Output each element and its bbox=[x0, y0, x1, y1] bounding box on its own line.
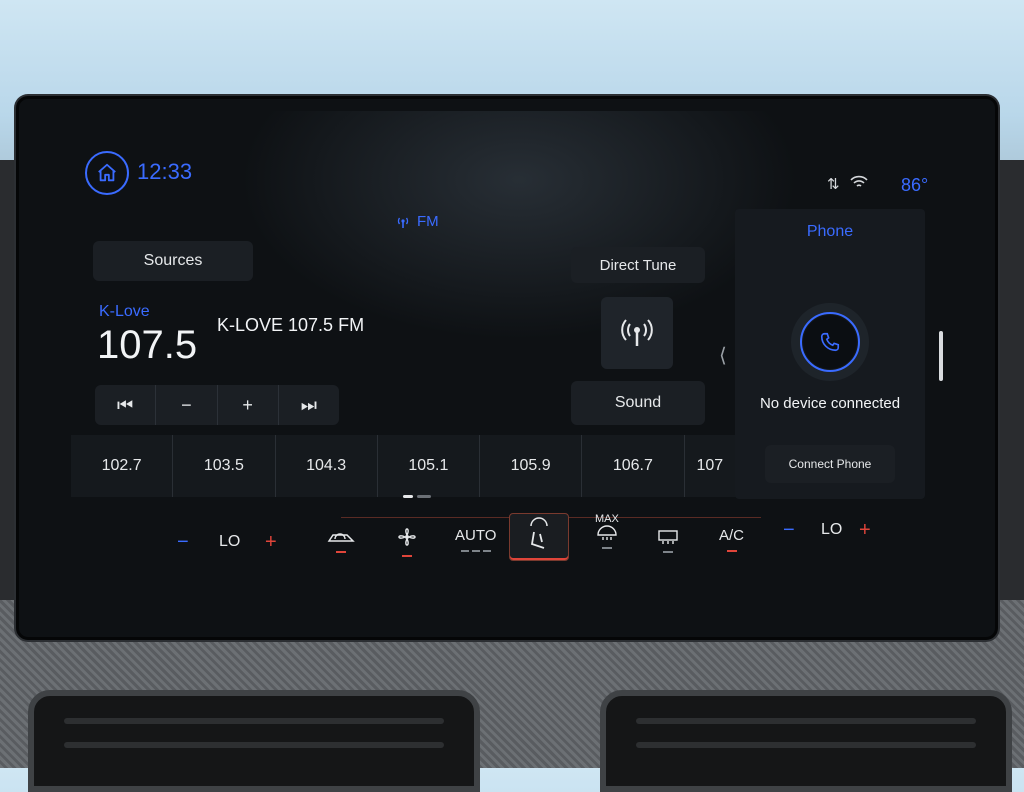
driver-temp-down-button[interactable]: − bbox=[177, 531, 189, 554]
wifi-icon bbox=[849, 175, 868, 187]
passenger-temp-up-button[interactable]: + bbox=[859, 519, 871, 542]
air-vent-right bbox=[600, 690, 1012, 792]
scroll-indicator bbox=[939, 331, 943, 381]
driver-temp: LO bbox=[219, 533, 241, 550]
auto-label: AUTO bbox=[455, 527, 497, 544]
sound-button[interactable]: Sound bbox=[571, 381, 705, 425]
preset-button[interactable]: 105.1 bbox=[378, 435, 480, 497]
radio-signal-icon bbox=[621, 319, 653, 346]
screen-reflection bbox=[239, 111, 799, 341]
preset-button[interactable]: 104.3 bbox=[276, 435, 378, 497]
data-transfer-icon: ⇅ bbox=[827, 176, 840, 193]
fan-level bbox=[402, 555, 412, 557]
phone-title: Phone bbox=[806, 223, 854, 240]
infotainment-screen: 12:33 FM ⇅ 86° Sources Direct Tune Sound… bbox=[16, 96, 998, 640]
home-button[interactable] bbox=[85, 151, 129, 195]
recirculation-level bbox=[336, 551, 346, 553]
max-defrost-button[interactable]: MAX bbox=[595, 513, 619, 549]
recirculation-icon bbox=[327, 533, 355, 542]
outside-temperature: 86° bbox=[901, 175, 929, 195]
connect-phone-button[interactable]: Connect Phone bbox=[765, 445, 895, 483]
max-defrost-level bbox=[601, 547, 612, 549]
phone-panel: Phone No device connected Connect Phone bbox=[735, 209, 925, 499]
rear-defrost-icon bbox=[658, 530, 678, 544]
home-icon bbox=[98, 163, 116, 182]
preset-button[interactable]: 105.9 bbox=[480, 435, 583, 497]
clock: 12:33 bbox=[137, 159, 193, 184]
max-label: MAX bbox=[595, 513, 619, 525]
rear-defrost-level bbox=[663, 551, 673, 553]
transport-controls: ⏮ − + ⏭ bbox=[95, 385, 339, 425]
recirculation-button[interactable] bbox=[327, 529, 355, 553]
passenger-temp: LO bbox=[821, 521, 843, 538]
direct-tune-button[interactable]: Direct Tune bbox=[571, 247, 705, 283]
fan-icon bbox=[398, 528, 416, 546]
ac-label: A/C bbox=[719, 527, 745, 544]
tune-down-button[interactable]: − bbox=[156, 385, 218, 425]
air-vent-left bbox=[28, 690, 480, 792]
tune-up-button[interactable]: + bbox=[218, 385, 279, 425]
sources-button[interactable]: Sources bbox=[93, 241, 253, 281]
phone-ring bbox=[800, 312, 860, 372]
seat-climate-button[interactable] bbox=[509, 513, 569, 561]
seek-forward-button[interactable]: ⏭ bbox=[279, 385, 339, 425]
preset-bar: 102.7 103.5 104.3 105.1 105.9 106.7 107 bbox=[71, 435, 751, 497]
seek-back-button[interactable]: ⏮ bbox=[95, 385, 157, 425]
preset-button[interactable]: 102.7 bbox=[71, 435, 174, 497]
phone-status-text: No device connected bbox=[759, 395, 901, 412]
chevron-left-icon[interactable]: ⟨ bbox=[719, 343, 727, 368]
phone-status-circle bbox=[791, 303, 869, 381]
current-frequency: 107.5 bbox=[97, 323, 198, 367]
ac-button[interactable]: A/C bbox=[719, 527, 744, 552]
seat-heat-icon bbox=[530, 517, 548, 549]
station-name: K-Love bbox=[99, 303, 150, 320]
passenger-temp-down-button[interactable]: − bbox=[783, 519, 795, 542]
broadcast-icon bbox=[397, 217, 409, 228]
station-title: K-LOVE 107.5 FM bbox=[217, 315, 365, 335]
auto-level bbox=[460, 550, 491, 552]
band-label: FM bbox=[417, 213, 439, 230]
climate-bar: − LO + AUTO MAX A/C − LO + bbox=[19, 509, 995, 573]
auto-climate-button[interactable]: AUTO bbox=[455, 527, 496, 552]
band-indicator: FM bbox=[395, 213, 439, 230]
ac-level bbox=[726, 550, 737, 552]
defrost-icon bbox=[597, 525, 617, 540]
fan-button[interactable] bbox=[395, 525, 419, 557]
preset-button[interactable]: 106.7 bbox=[582, 435, 685, 497]
rear-defrost-button[interactable] bbox=[657, 529, 679, 553]
preset-button[interactable]: 103.5 bbox=[173, 435, 276, 497]
preset-page-indicator bbox=[403, 495, 431, 498]
phone-icon bbox=[820, 332, 840, 352]
radio-signal-button[interactable] bbox=[601, 297, 673, 369]
driver-temp-up-button[interactable]: + bbox=[265, 531, 277, 554]
status-icons: ⇅ bbox=[827, 175, 868, 193]
